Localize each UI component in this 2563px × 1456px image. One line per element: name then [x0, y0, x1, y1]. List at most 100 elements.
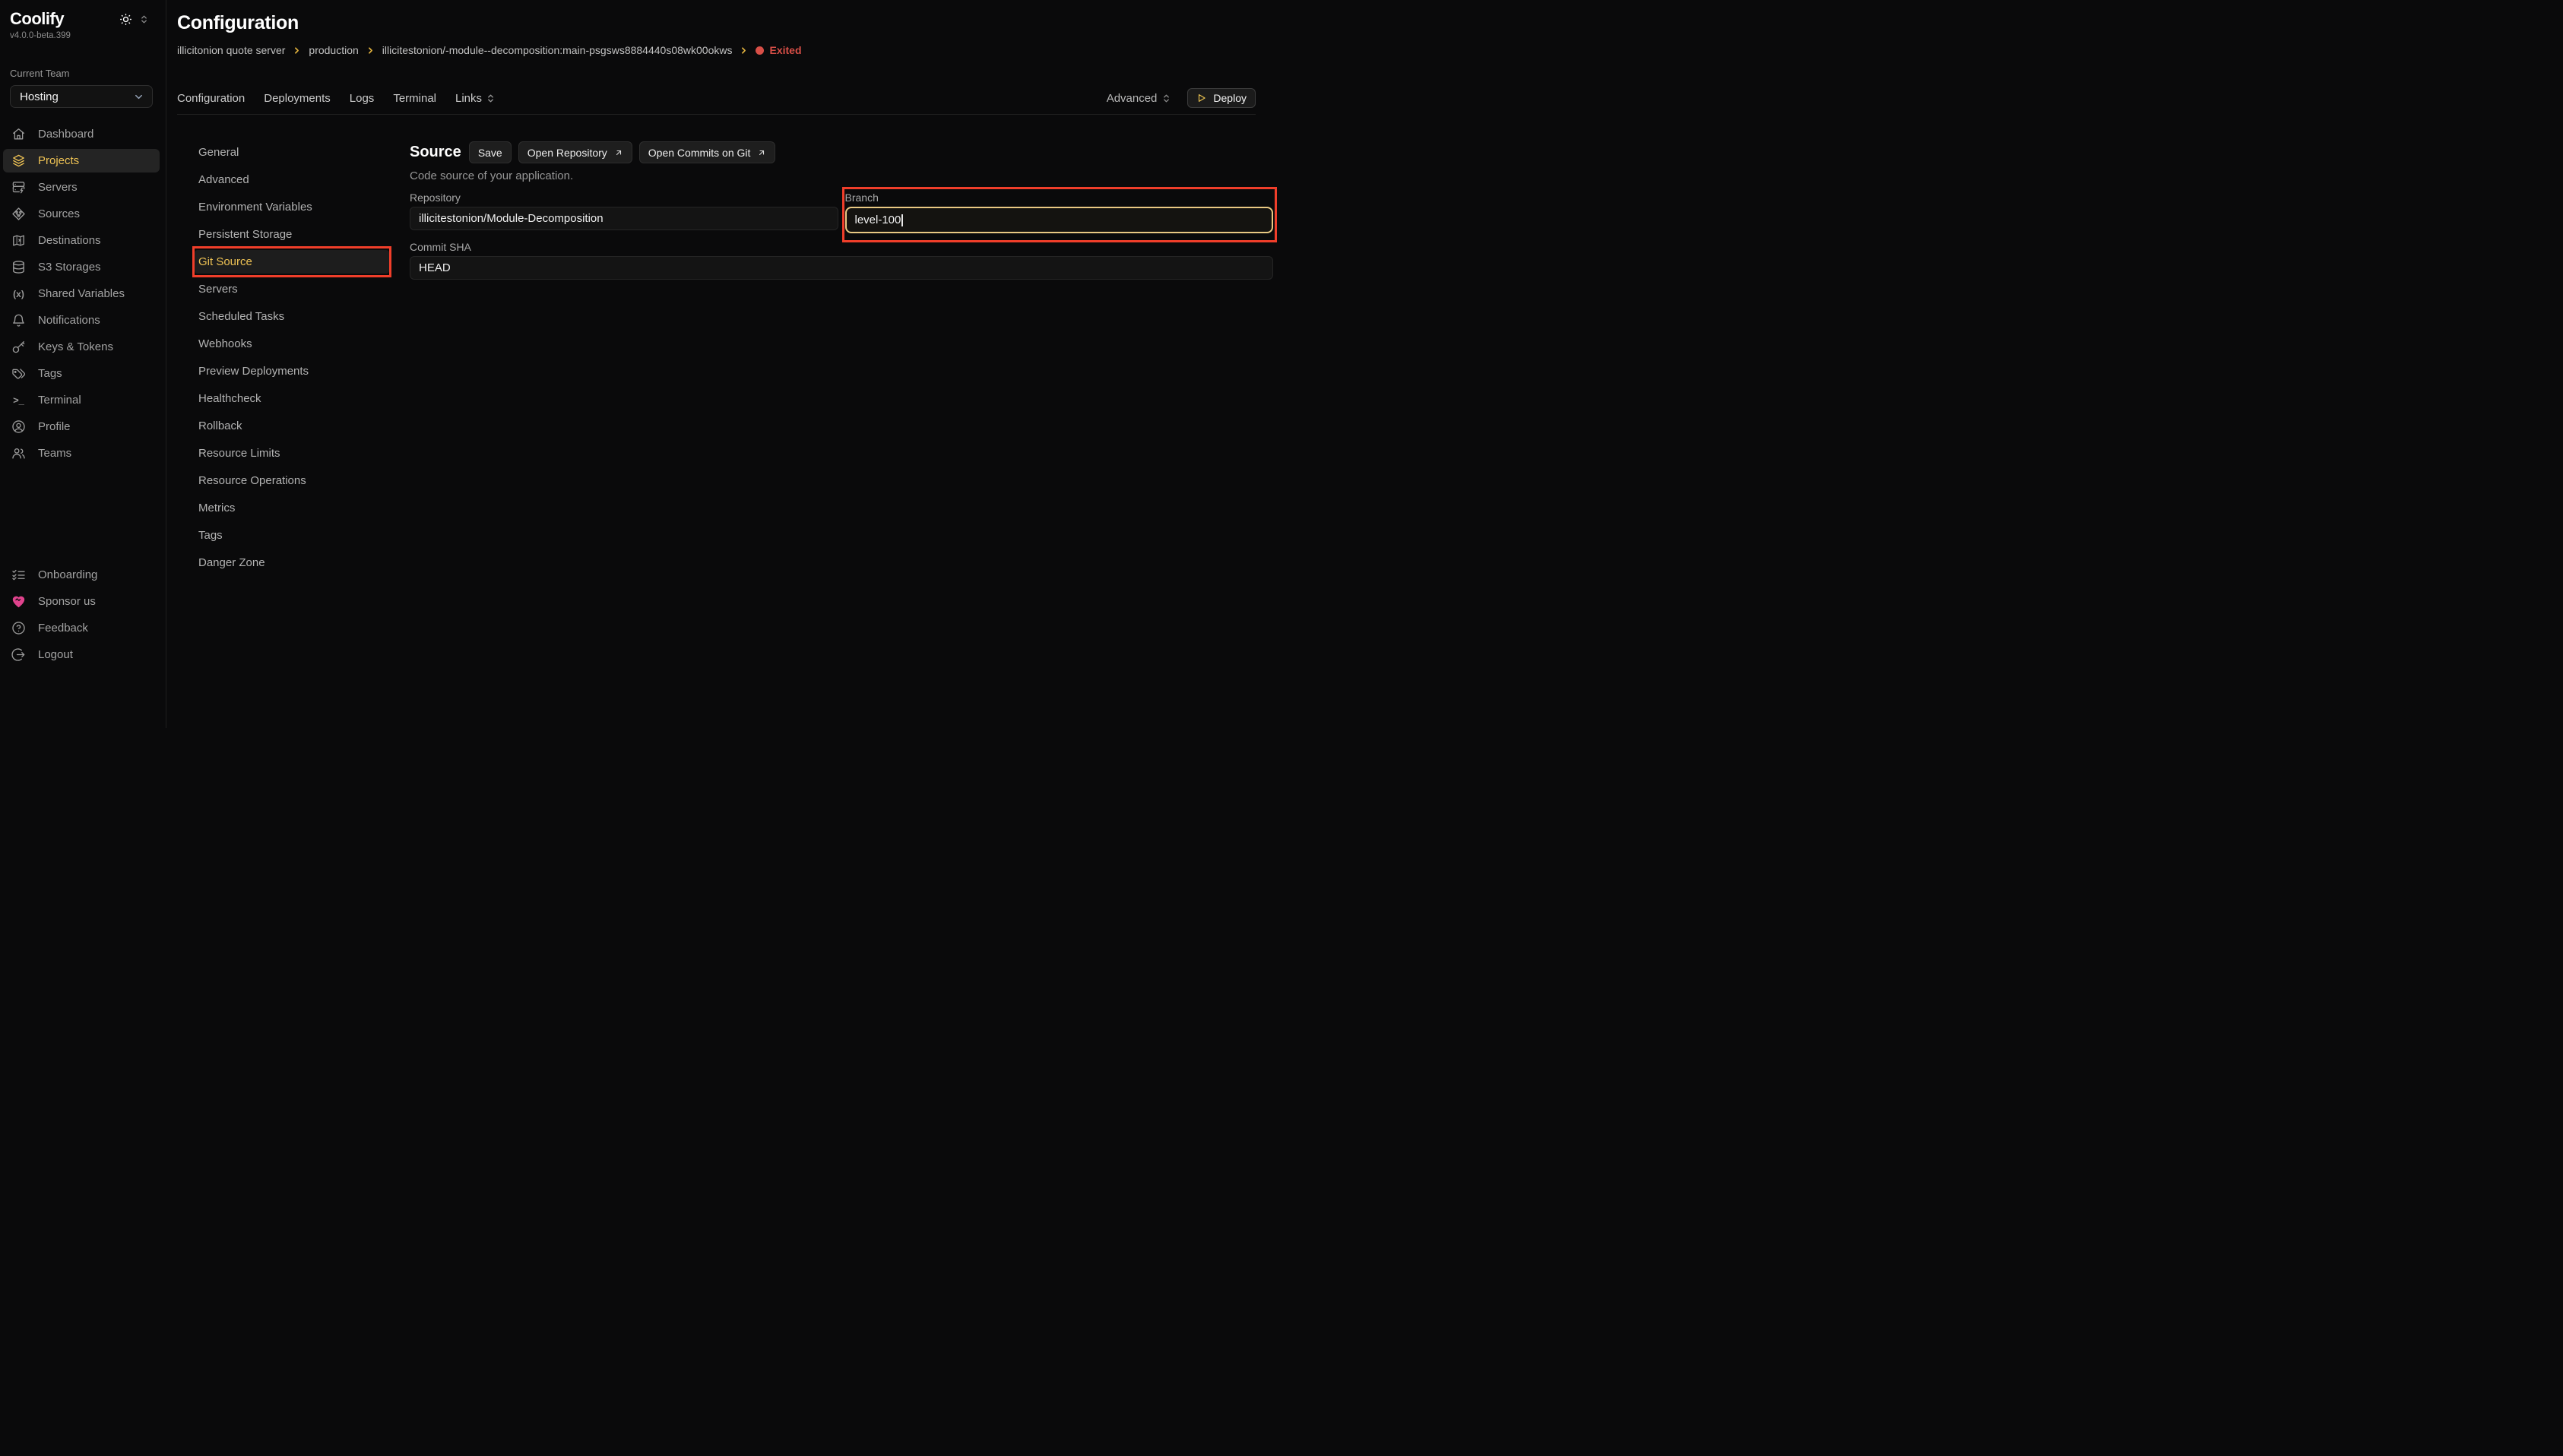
- chevron-down-icon: [133, 91, 144, 103]
- subnav-item-tags[interactable]: Tags: [195, 524, 389, 547]
- app-version: v4.0.0-beta.399: [10, 31, 160, 40]
- commit-sha-input[interactable]: [410, 256, 1273, 280]
- sidebar-item-shared-variables[interactable]: (x)Shared Variables: [3, 282, 160, 305]
- current-team-label: Current Team: [10, 68, 160, 79]
- page-title: Configuration: [177, 12, 1256, 34]
- subnav-item-scheduled-tasks[interactable]: Scheduled Tasks: [195, 305, 389, 328]
- tab-configuration[interactable]: Configuration: [177, 92, 245, 105]
- sidebar-item-label: Keys & Tokens: [38, 340, 113, 353]
- subnav-item-label: Webhooks: [198, 337, 252, 350]
- sidebar-item-dashboard[interactable]: Dashboard: [3, 122, 160, 146]
- sidebar-spacer: [3, 468, 160, 549]
- sidebar-item-destinations[interactable]: Destinations: [3, 229, 160, 252]
- sidebar-item-label: Terminal: [38, 394, 81, 407]
- breadcrumb-environment[interactable]: production: [309, 44, 358, 56]
- open-commits-button[interactable]: Open Commits on Git: [639, 141, 776, 163]
- sidebar-item-profile[interactable]: Profile: [3, 415, 160, 438]
- database-icon: [11, 260, 26, 274]
- tab-logs[interactable]: Logs: [350, 92, 375, 105]
- tabs: Configuration Deployments Logs Terminal Link…: [177, 92, 496, 105]
- sidebar-item-label: Sponsor us: [38, 595, 96, 608]
- sidebar-item-servers[interactable]: Servers: [3, 176, 160, 199]
- repository-label: Repository: [410, 191, 838, 204]
- open-commits-label: Open Commits on Git: [648, 147, 751, 159]
- sidebar-item-label: Logout: [38, 648, 73, 661]
- tab-label: Logs: [350, 92, 375, 105]
- advanced-label: Advanced: [1107, 92, 1158, 105]
- subnav-item-label: Servers: [198, 283, 238, 296]
- subnav-item-label: Git Source: [198, 255, 252, 268]
- sidebar-item-teams[interactable]: Teams: [3, 442, 160, 465]
- breadcrumb-project[interactable]: illicitonion quote server: [177, 44, 285, 56]
- sidebar-item-label: S3 Storages: [38, 261, 101, 274]
- subnav-item-git-source[interactable]: Git Source: [195, 250, 389, 274]
- sidebar-item-label: Projects: [38, 154, 79, 167]
- sidebar-item-sources[interactable]: Sources: [3, 202, 160, 226]
- subnav-item-servers[interactable]: Servers: [195, 277, 389, 301]
- subnav-item-metrics[interactable]: Metrics: [195, 496, 389, 520]
- subnav-item-label: Resource Operations: [198, 474, 306, 487]
- tab-deployments[interactable]: Deployments: [264, 92, 331, 105]
- sidebar-item-tags[interactable]: Tags: [3, 362, 160, 385]
- arrow-up-right-icon: [614, 148, 623, 157]
- users-icon: [11, 446, 26, 461]
- tab-label: Configuration: [177, 92, 245, 105]
- arrow-up-right-icon: [757, 148, 766, 157]
- home-icon: [11, 127, 26, 141]
- open-repository-button[interactable]: Open Repository: [518, 141, 632, 163]
- subnav-item-label: Resource Limits: [198, 447, 280, 460]
- help-icon: [11, 621, 26, 635]
- subnav-item-general[interactable]: General: [195, 141, 389, 164]
- sidebar-item-terminal[interactable]: >_Terminal: [3, 388, 160, 412]
- subnav-item-label: General: [198, 146, 239, 159]
- sidebar-item-label: Servers: [38, 181, 78, 194]
- repository-input[interactable]: [410, 207, 838, 230]
- sidebar-item-label: Destinations: [38, 234, 101, 247]
- sidebar-item-s3-storages[interactable]: S3 Storages: [3, 255, 160, 279]
- sidebar-item-logout[interactable]: Logout: [3, 643, 160, 666]
- sun-icon[interactable]: [119, 13, 132, 26]
- save-label: Save: [478, 147, 502, 159]
- sidebar-item-feedback[interactable]: Feedback: [3, 616, 160, 640]
- main-area: Configuration illicitonion quote server …: [166, 0, 1282, 728]
- team-select[interactable]: Hosting: [10, 85, 153, 108]
- source-panel: Source Save Open Repository Open Commits…: [410, 141, 1273, 578]
- subnav-item-webhooks[interactable]: Webhooks: [195, 332, 389, 356]
- subnav-item-advanced[interactable]: Advanced: [195, 168, 389, 191]
- sidebar-item-notifications[interactable]: Notifications: [3, 309, 160, 332]
- subnav-item-label: Healthcheck: [198, 392, 261, 405]
- git-source-icon: [11, 207, 26, 221]
- deploy-button[interactable]: Deploy: [1187, 88, 1256, 108]
- subnav-item-environment-variables[interactable]: Environment Variables: [195, 195, 389, 219]
- tab-label: Terminal: [393, 92, 436, 105]
- tab-terminal[interactable]: Terminal: [393, 92, 436, 105]
- save-button[interactable]: Save: [469, 141, 512, 163]
- sidebar-item-label: Sources: [38, 207, 80, 220]
- sidebar-item-keys-tokens[interactable]: Keys & Tokens: [3, 335, 160, 359]
- tab-links[interactable]: Links: [455, 92, 496, 105]
- subnav-item-persistent-storage[interactable]: Persistent Storage: [195, 223, 389, 246]
- key-icon: [11, 340, 26, 354]
- subnav-item-resource-operations[interactable]: Resource Operations: [195, 469, 389, 492]
- app-logo: Coolify: [10, 9, 64, 29]
- user-icon: [11, 419, 26, 434]
- breadcrumb: illicitonion quote server production ill…: [177, 44, 1256, 56]
- sidebar-item-label: Tags: [38, 367, 62, 380]
- advanced-menu[interactable]: Advanced: [1107, 92, 1172, 105]
- sidebar-item-sponsor-us[interactable]: Sponsor us: [3, 590, 160, 613]
- subnav-item-resource-limits[interactable]: Resource Limits: [195, 442, 389, 465]
- subnav-item-healthcheck[interactable]: Healthcheck: [195, 387, 389, 410]
- source-heading: Source: [410, 144, 461, 161]
- breadcrumb-resource[interactable]: illicitestonion/-module--decomposition:m…: [382, 44, 733, 56]
- subnav-item-rollback[interactable]: Rollback: [195, 414, 389, 438]
- subnav-item-label: Tags: [198, 529, 223, 542]
- subnav-item-preview-deployments[interactable]: Preview Deployments: [195, 359, 389, 383]
- branch-value: level-100: [855, 214, 901, 226]
- team-select-value: Hosting: [20, 90, 59, 103]
- chevrons-up-down-icon[interactable]: [139, 14, 149, 24]
- sidebar-item-projects[interactable]: Projects: [3, 149, 160, 173]
- subnav-item-danger-zone[interactable]: Danger Zone: [195, 551, 389, 574]
- branch-label: Branch: [845, 191, 1274, 204]
- sidebar-item-onboarding[interactable]: Onboarding: [3, 563, 160, 587]
- branch-input[interactable]: level-100: [845, 207, 1274, 233]
